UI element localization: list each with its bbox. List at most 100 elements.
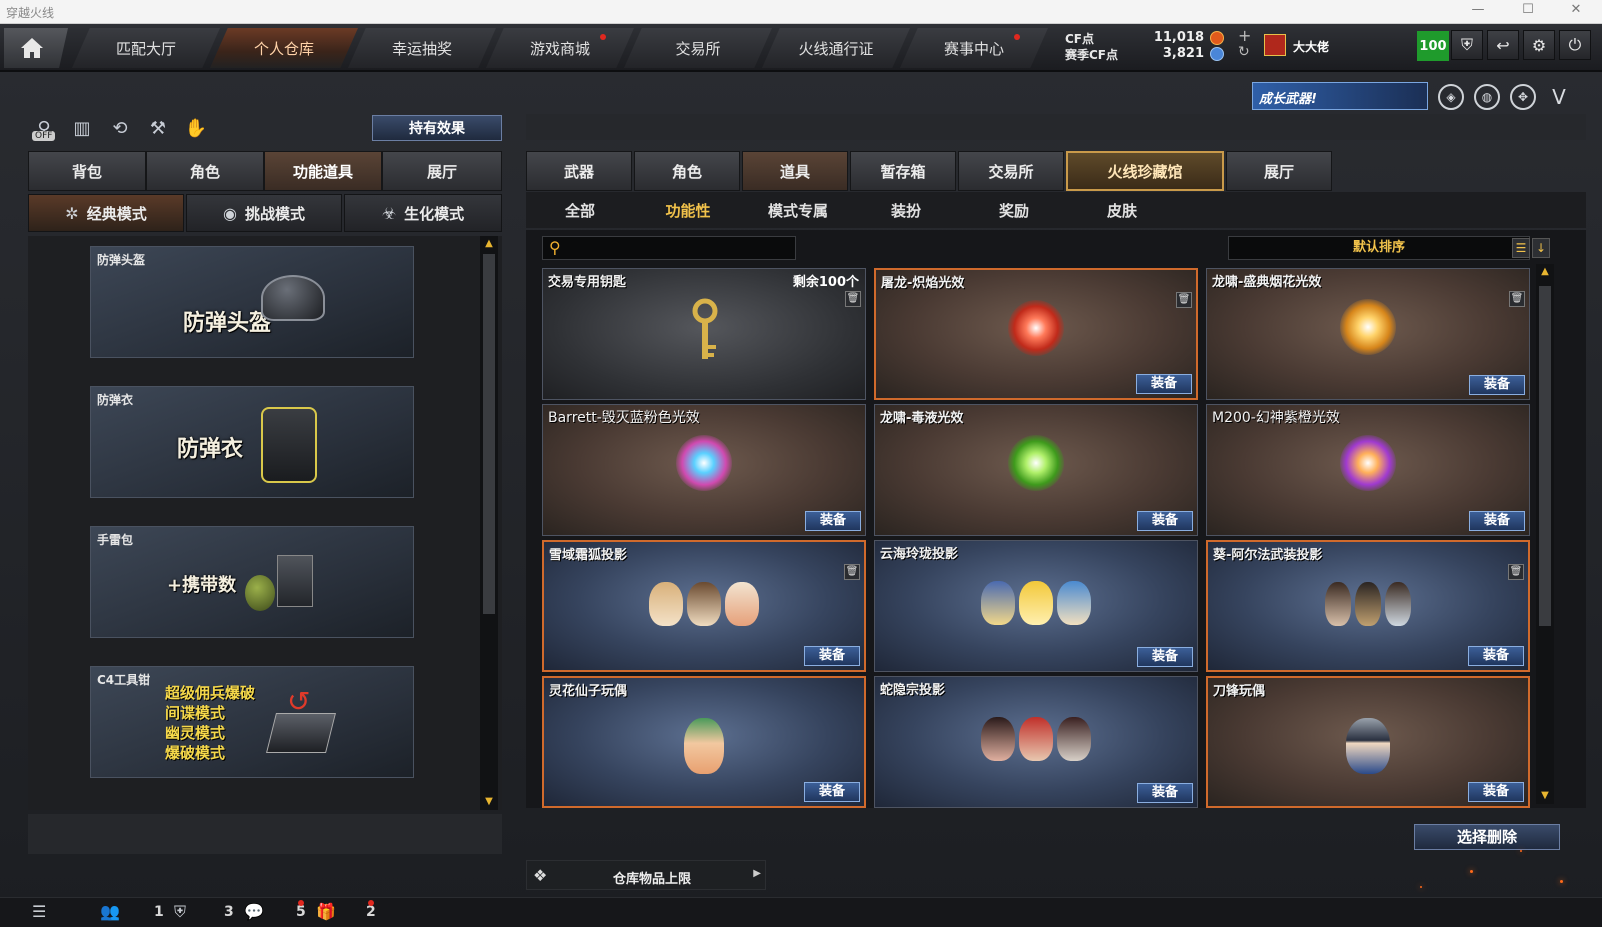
equip-button[interactable]: 装备 bbox=[1137, 647, 1193, 667]
wing-icon[interactable]: ✥ bbox=[1510, 84, 1536, 110]
right-tab-exchange[interactable]: 交易所 bbox=[958, 151, 1064, 191]
trash-icon[interactable]: 🗑 bbox=[1176, 292, 1192, 308]
nav-tab-exchange[interactable]: 交易所 bbox=[624, 28, 772, 68]
item-card-snake-sect-projection[interactable]: 蛇隐宗投影 装备 bbox=[874, 676, 1198, 808]
nav-tab-personal-warehouse[interactable]: 个人仓库 bbox=[210, 28, 358, 68]
item-card-c4-pliers[interactable]: C4工具钳 超级佣兵爆破 间谍模式 幽灵模式 爆破模式 ↺ bbox=[90, 666, 414, 778]
search-input[interactable]: ⚲ bbox=[542, 236, 796, 260]
left-tab-character[interactable]: 角色 bbox=[146, 151, 264, 191]
equip-button[interactable]: 装备 bbox=[1469, 375, 1525, 395]
equip-button[interactable]: 装备 bbox=[1136, 374, 1192, 394]
item-card-aoi-alpha-projection[interactable]: 葵-阿尔法武装投影 🗑 装备 bbox=[1206, 540, 1530, 672]
refresh-icon[interactable]: ↻ bbox=[1238, 44, 1250, 60]
item-card-flower-fairy-doll[interactable]: 灵花仙子玩偶 装备 bbox=[542, 676, 866, 808]
right-tab-collection[interactable]: 火线珍藏馆 bbox=[1066, 151, 1224, 191]
chat-bubble-icon[interactable]: 💬 bbox=[244, 902, 264, 921]
clan-shield-icon[interactable]: ⛨ bbox=[174, 902, 186, 922]
subtab-rewards[interactable]: 奖励 bbox=[964, 200, 1064, 221]
scroll-up-icon[interactable]: ▲ bbox=[483, 238, 495, 250]
right-scrollbar[interactable]: ▲ ▼ bbox=[1536, 264, 1554, 804]
item-card-m200-effect[interactable]: M200-幻神紫橙光效 装备 bbox=[1206, 404, 1530, 536]
warehouse-capacity-button[interactable]: ❖ 仓库物品上限 ▶ bbox=[526, 860, 766, 890]
right-tab-showroom[interactable]: 展厅 bbox=[1226, 151, 1332, 191]
nav-tab-match-lobby[interactable]: 匹配大厅 bbox=[72, 28, 220, 68]
left-scrollbar[interactable]: ▲ ▼ bbox=[480, 236, 498, 810]
trash-icon[interactable]: 🗑 bbox=[1508, 564, 1524, 580]
item-card-helmet[interactable]: 防弹头盔 防弹头盔 bbox=[90, 246, 414, 358]
power-icon[interactable]: ⏻ bbox=[1559, 30, 1591, 60]
gift-icon[interactable]: 🎁 bbox=[316, 902, 336, 921]
subtab-mode-exclusive[interactable]: 模式专属 bbox=[748, 200, 848, 221]
list-view-icon[interactable]: ☰ bbox=[1512, 238, 1530, 258]
scroll-up-icon[interactable]: ▲ bbox=[1539, 266, 1551, 278]
right-tab-characters[interactable]: 角色 bbox=[634, 151, 740, 191]
item-card-grenade-pack[interactable]: 手雷包 +携带数 bbox=[90, 526, 414, 638]
podium-icon[interactable]: ▥ bbox=[68, 114, 96, 142]
badge-icon[interactable]: ◈ bbox=[1438, 84, 1464, 110]
item-card-cloud-sea-projection[interactable]: 云海玲珑投影 装备 bbox=[874, 540, 1198, 672]
equip-button[interactable]: 装备 bbox=[1468, 646, 1524, 666]
equip-button[interactable]: 装备 bbox=[1137, 783, 1193, 803]
equip-button[interactable]: 装备 bbox=[1468, 782, 1524, 802]
challenge-mode-icon: ◉ bbox=[223, 203, 237, 223]
item-card-body-armor[interactable]: 防弹衣 防弹衣 bbox=[90, 386, 414, 498]
v-logo-icon[interactable]: V bbox=[1546, 84, 1572, 110]
equip-button[interactable]: 装备 bbox=[1469, 511, 1525, 531]
item-card-dragon-flame-effect[interactable]: 屠龙-炽焰光效 🗑 装备 bbox=[874, 268, 1198, 400]
mode-tab-challenge[interactable]: ◉ 挑战模式 bbox=[186, 194, 342, 232]
gear-icon[interactable]: ⚙ bbox=[1523, 30, 1555, 60]
scroll-thumb[interactable] bbox=[1539, 286, 1551, 626]
sort-direction-icon[interactable]: ↓ bbox=[1532, 238, 1550, 258]
scroll-down-icon[interactable]: ▼ bbox=[483, 796, 495, 808]
maximize-icon[interactable]: ☐ bbox=[1508, 2, 1548, 17]
mode-tab-classic[interactable]: ✲ 经典模式 bbox=[28, 194, 184, 232]
close-icon[interactable]: ✕ bbox=[1556, 2, 1596, 17]
left-tab-function-items[interactable]: 功能道具 bbox=[264, 151, 382, 191]
item-card-dragon-venom-effect[interactable]: 龙啸-毒液光效 装备 bbox=[874, 404, 1198, 536]
return-icon[interactable]: ↩ bbox=[1487, 30, 1519, 60]
right-tab-items[interactable]: 道具 bbox=[742, 151, 848, 191]
subtab-cosmetic[interactable]: 装扮 bbox=[856, 200, 956, 221]
subtab-all[interactable]: 全部 bbox=[530, 200, 630, 221]
nav-tab-battle-pass[interactable]: 火线通行证 bbox=[762, 28, 910, 68]
item-card-trade-key[interactable]: 交易专用钥匙 剩余100个 🗑 bbox=[542, 268, 866, 400]
shield-icon[interactable]: ⛨ bbox=[1451, 30, 1483, 60]
mode-tab-biochem[interactable]: ☣ 生化模式 bbox=[344, 194, 502, 232]
sort-dropdown[interactable]: 默认排序 bbox=[1228, 236, 1530, 260]
growth-weapon-banner[interactable]: 成长武器! bbox=[1252, 82, 1428, 110]
home-button[interactable] bbox=[4, 28, 68, 68]
subtab-functional[interactable]: 功能性 bbox=[638, 200, 738, 221]
nav-tab-game-store[interactable]: 游戏商城 bbox=[486, 28, 634, 68]
item-card-snow-fox-projection[interactable]: 雪域霜狐投影 🗑 装备 bbox=[542, 540, 866, 672]
select-delete-button[interactable]: 选择删除 bbox=[1414, 824, 1560, 850]
item-card-barrett-effect[interactable]: Barrett-毁灭蓝粉色光效 装备 bbox=[542, 404, 866, 536]
friends-icon[interactable]: 👥 bbox=[100, 902, 120, 921]
held-effects-button[interactable]: 持有效果 bbox=[372, 115, 502, 141]
globe-icon[interactable]: ◍ bbox=[1474, 84, 1500, 110]
subtab-skins[interactable]: 皮肤 bbox=[1072, 200, 1172, 221]
history-icon[interactable]: ⟲ bbox=[106, 114, 134, 142]
equip-button[interactable]: 装备 bbox=[804, 782, 860, 802]
nav-tab-lucky-draw[interactable]: 幸运抽奖 bbox=[348, 28, 496, 68]
nav-tab-event-center[interactable]: 赛事中心 bbox=[900, 28, 1048, 68]
chibi-figures-icon bbox=[1208, 582, 1528, 634]
equip-button[interactable]: 装备 bbox=[1137, 511, 1193, 531]
minimize-icon[interactable]: — bbox=[1458, 2, 1498, 17]
glove-icon[interactable]: ✋ bbox=[182, 114, 210, 142]
right-tab-temp-box[interactable]: 暂存箱 bbox=[850, 151, 956, 191]
add-points-icon[interactable]: + bbox=[1238, 26, 1251, 45]
left-tab-showroom[interactable]: 展厅 bbox=[382, 151, 502, 191]
left-tab-backpack[interactable]: 背包 bbox=[28, 151, 146, 191]
item-card-dragon-firework-effect[interactable]: 龙啸-盛典烟花光效 🗑 装备 bbox=[1206, 268, 1530, 400]
wrench-icon[interactable]: ⚒ bbox=[144, 114, 172, 142]
trash-icon[interactable]: 🗑 bbox=[844, 564, 860, 580]
item-card-blade-doll[interactable]: 刀锋玩偶 装备 bbox=[1206, 676, 1530, 808]
scroll-down-icon[interactable]: ▼ bbox=[1539, 790, 1551, 802]
menu-list-icon[interactable]: ☰ bbox=[32, 902, 46, 921]
trash-icon[interactable]: 🗑 bbox=[1509, 291, 1525, 307]
equip-button[interactable]: 装备 bbox=[805, 511, 861, 531]
scroll-thumb[interactable] bbox=[483, 254, 495, 614]
equip-button[interactable]: 装备 bbox=[804, 646, 860, 666]
right-tab-weapons[interactable]: 武器 bbox=[526, 151, 632, 191]
trash-icon[interactable]: 🗑 bbox=[845, 291, 861, 307]
